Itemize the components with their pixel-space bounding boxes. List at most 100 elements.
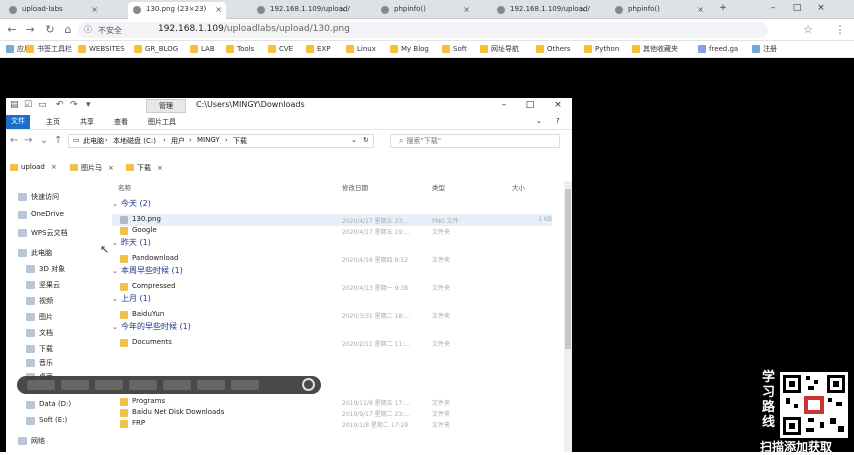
bookmark-folder[interactable]: Tools bbox=[226, 43, 254, 56]
home-icon[interactable]: ⌂ bbox=[60, 22, 76, 38]
maximize-button[interactable]: □ bbox=[786, 0, 808, 19]
browser-tab[interactable]: 192.168.1.109/upload/... × bbox=[252, 2, 350, 19]
sidebar-item[interactable]: 此电脑 bbox=[18, 248, 52, 258]
minimize-button[interactable]: – bbox=[762, 0, 784, 19]
close-icon[interactable]: × bbox=[157, 164, 163, 172]
browser-tab[interactable]: phpinfo() × bbox=[610, 2, 708, 19]
maximize-button[interactable]: □ bbox=[522, 98, 538, 113]
overlay-button[interactable] bbox=[197, 380, 225, 390]
close-icon[interactable]: × bbox=[108, 164, 114, 172]
browser-tab[interactable]: phpinfo() × bbox=[376, 2, 474, 19]
bookmark-folder[interactable]: Linux bbox=[346, 43, 376, 56]
close-window-button[interactable]: × bbox=[810, 0, 832, 19]
bookmark-folder[interactable]: 书签工具栏 bbox=[26, 43, 72, 56]
ribbon-tab-file[interactable]: 文件 bbox=[6, 115, 30, 129]
sidebar-item[interactable]: OneDrive bbox=[18, 210, 64, 219]
power-icon[interactable] bbox=[302, 378, 315, 391]
close-icon[interactable]: × bbox=[697, 2, 704, 17]
file-row[interactable]: Documents 2020/2/11 星期二 11:... 文件夹 bbox=[112, 337, 552, 349]
folder-tab-upload[interactable]: upload × bbox=[10, 163, 57, 171]
breadcrumb-item[interactable]: 本地磁盘 (C:) bbox=[113, 136, 156, 146]
ribbon-tab-home[interactable]: 主页 bbox=[46, 117, 60, 127]
bookmark-folder[interactable]: 其他收藏夹 bbox=[632, 43, 678, 56]
group-header[interactable]: ⌄ 本周早些时候 (1) bbox=[112, 265, 183, 276]
group-header[interactable]: ⌄ 今天 (2) bbox=[112, 198, 151, 209]
overlay-button[interactable] bbox=[27, 380, 55, 390]
reload-icon[interactable]: ↻ bbox=[42, 22, 58, 38]
new-tab-button[interactable]: + bbox=[712, 0, 734, 19]
file-row[interactable]: Pandownload 2020/4/16 星期四 9:52 文件夹 bbox=[112, 253, 552, 265]
sidebar-item[interactable]: 下载 bbox=[26, 344, 53, 354]
sidebar-item[interactable]: 视频 bbox=[26, 296, 53, 306]
folder-tab-downloads[interactable]: 下载 × bbox=[126, 163, 163, 173]
bookmark-folder[interactable]: LAB bbox=[190, 43, 215, 56]
bookmark-folder[interactable]: Python bbox=[584, 43, 619, 56]
column-name[interactable]: 名称 bbox=[118, 182, 131, 192]
breadcrumb[interactable]: ▭ 此电脑 › 本地磁盘 (C:) › 用户 › MINGY › 下载 ⌄ ↻ bbox=[68, 134, 374, 148]
bookmark-folder[interactable]: EXP bbox=[306, 43, 330, 56]
breadcrumb-item[interactable]: 此电脑 bbox=[83, 136, 104, 146]
breadcrumb-item[interactable]: 下载 bbox=[233, 136, 247, 146]
bookmark-link[interactable]: freed.ga bbox=[698, 43, 738, 56]
menu-icon[interactable]: ⋮ bbox=[832, 22, 848, 38]
sidebar-item[interactable]: 坚果云 bbox=[26, 280, 60, 290]
sidebar-item[interactable]: Soft (E:) bbox=[26, 416, 67, 425]
group-header[interactable]: ⌄ 昨天 (1) bbox=[112, 237, 151, 248]
browser-tab[interactable]: upload-labs × bbox=[4, 2, 102, 19]
close-icon[interactable]: × bbox=[91, 2, 98, 17]
sidebar-item[interactable]: Data (D:) bbox=[26, 400, 71, 409]
forward-icon[interactable]: → bbox=[22, 22, 38, 38]
group-header[interactable]: ⌄ 上月 (1) bbox=[112, 293, 151, 304]
overlay-button[interactable] bbox=[163, 380, 191, 390]
bookmark-folder[interactable]: 网址导航 bbox=[480, 43, 519, 56]
sidebar-item[interactable]: 音乐 bbox=[26, 358, 53, 368]
overlay-button[interactable] bbox=[61, 380, 89, 390]
quick-access-folder-icon[interactable]: ▤ bbox=[10, 100, 19, 110]
overlay-button[interactable] bbox=[95, 380, 123, 390]
sidebar-item[interactable]: 图片 bbox=[26, 312, 53, 322]
search-input[interactable]: ⌕ 搜索"下载" bbox=[390, 134, 560, 148]
bookmark-link[interactable]: 注册 bbox=[752, 43, 777, 56]
breadcrumb-item[interactable]: 用户 bbox=[171, 136, 185, 146]
overlay-button[interactable] bbox=[231, 380, 259, 390]
browser-tab[interactable]: 192.168.1.109/upload/... × bbox=[492, 2, 590, 19]
sidebar-item[interactable]: WPS云文档 bbox=[18, 228, 68, 238]
sidebar-item[interactable]: 文档 bbox=[26, 328, 53, 338]
breadcrumb-item[interactable]: MINGY bbox=[197, 136, 220, 144]
scrollbar[interactable] bbox=[564, 181, 572, 452]
ribbon-tab-picture-tools[interactable]: 图片工具 bbox=[148, 117, 176, 127]
sidebar-item[interactable]: 3D 对象 bbox=[26, 264, 65, 274]
forward-icon[interactable]: → bbox=[24, 135, 32, 146]
column-type[interactable]: 类型 bbox=[432, 182, 445, 192]
overlay-button[interactable] bbox=[129, 380, 157, 390]
column-date[interactable]: 修改日期 bbox=[342, 182, 368, 192]
help-icon[interactable]: ? bbox=[556, 117, 560, 125]
folder-tab-image-shell[interactable]: 图片马 × bbox=[70, 163, 114, 173]
close-icon[interactable]: × bbox=[51, 163, 57, 171]
back-icon[interactable]: ← bbox=[4, 22, 20, 38]
bookmark-folder[interactable]: CVE bbox=[268, 43, 293, 56]
refresh-icon[interactable]: ↻ bbox=[363, 136, 369, 144]
bookmark-folder[interactable]: Others bbox=[536, 43, 571, 56]
star-icon[interactable]: ☆ bbox=[800, 22, 816, 38]
redo-icon[interactable]: ↷ bbox=[70, 100, 78, 110]
close-button[interactable]: × bbox=[550, 98, 566, 113]
close-icon[interactable]: × bbox=[339, 2, 346, 17]
sidebar-item[interactable]: 快速访问 bbox=[18, 192, 59, 202]
bookmark-folder[interactable]: WEBSITES bbox=[78, 43, 125, 56]
bookmark-folder[interactable]: GR_BLOG bbox=[134, 43, 178, 56]
minimize-button[interactable]: – bbox=[496, 98, 512, 113]
ribbon-tab-view[interactable]: 查看 bbox=[114, 117, 128, 127]
sidebar-item[interactable]: 网络 bbox=[18, 436, 45, 446]
address-bar[interactable]: ⓘ 不安全 192.168.1.109/uploadlabs/upload/13… bbox=[78, 22, 768, 38]
close-icon[interactable]: × bbox=[463, 2, 470, 17]
bookmark-folder[interactable]: My Blog bbox=[390, 43, 429, 56]
info-icon[interactable]: ⓘ bbox=[84, 24, 92, 35]
recent-dropdown-icon[interactable]: ⌄ bbox=[40, 135, 48, 146]
file-row[interactable]: BaiduYun 2020/3/31 星期二 18:... 文件夹 bbox=[112, 309, 552, 321]
customize-dropdown-icon[interactable]: ▾ bbox=[86, 100, 91, 110]
file-row[interactable]: FRP 2019/1/8 星期二 17:29 文件夹 bbox=[112, 418, 552, 430]
expand-ribbon-icon[interactable]: ⌄ bbox=[536, 117, 542, 125]
browser-tab-active[interactable]: 130.png (23×23) × bbox=[128, 2, 226, 19]
close-icon[interactable]: × bbox=[579, 2, 586, 17]
